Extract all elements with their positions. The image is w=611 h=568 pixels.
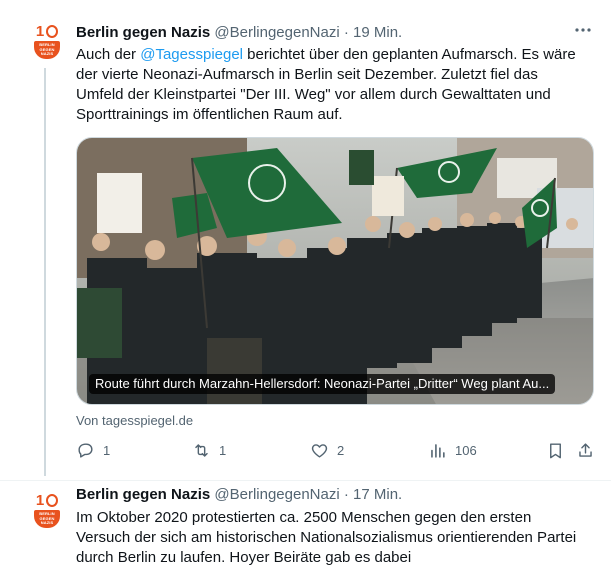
more-horizontal-icon[interactable] [573, 20, 593, 46]
author-handle[interactable]: @BerlingegenNazi [214, 486, 339, 503]
avatar[interactable]: 1 BERLIN GEGEN NAZIS [28, 24, 66, 62]
separator: · [343, 486, 349, 503]
retweet-button[interactable]: 1 [192, 441, 226, 460]
reply-icon [78, 443, 93, 458]
share-icon [579, 443, 592, 457]
timestamp[interactable]: 19 Min. [353, 24, 402, 41]
bookmark-icon [550, 443, 561, 459]
views-count: 106 [455, 443, 477, 458]
timestamp[interactable]: 17 Min. [353, 486, 402, 503]
link-card-image[interactable]: Route führt durch Marzahn-Hellersdorf: N… [76, 137, 594, 405]
tweet-2[interactable]: 1 BERLIN GEGEN NAZIS Berlin gegen Nazis @B… [0, 480, 611, 566]
like-button[interactable]: 2 [310, 441, 344, 460]
divider [0, 480, 611, 481]
march-photo [77, 138, 593, 404]
link-source[interactable]: Von tagesspiegel.de [76, 412, 193, 430]
mention-link[interactable]: @Tagesspiegel [140, 46, 243, 63]
heart-icon [311, 444, 328, 458]
retweet-count: 1 [219, 443, 227, 458]
tweet-actions: 1 1 2 106 [76, 441, 592, 463]
author-handle[interactable]: @BerlingegenNazi [214, 24, 339, 41]
like-count: 2 [337, 443, 345, 458]
avatar-logo: 1 [36, 493, 59, 508]
avatar[interactable]: 1 BERLIN GEGEN NAZIS [28, 493, 66, 531]
separator: · [343, 24, 349, 41]
tweet-text: Im Oktober 2020 protestierten ca. 2500 M… [76, 509, 577, 566]
retweet-icon [195, 444, 208, 457]
tweet-text: Auch der @Tagesspiegel berichtet über de… [76, 46, 576, 123]
tweet-1[interactable]: 1 BERLIN GEGEN NAZIS Berlin gegen Nazis @B… [0, 0, 611, 480]
link-card-title[interactable]: Route führt durch Marzahn-Hellersdorf: N… [89, 374, 556, 394]
avatar-logo: 1 [36, 24, 59, 39]
author-name[interactable]: Berlin gegen Nazis [76, 24, 210, 41]
views-icon [431, 444, 445, 458]
reply-button[interactable]: 1 [76, 441, 110, 460]
reply-count: 1 [103, 443, 111, 458]
tweet-header: Berlin gegen Nazis @BerlingegenNazi · 17… [76, 485, 402, 505]
share-button[interactable] [576, 441, 595, 460]
author-name[interactable]: Berlin gegen Nazis [76, 486, 210, 503]
tweet-header: Berlin gegen Nazis @BerlingegenNazi · 19… [76, 23, 402, 43]
bookmark-button[interactable] [546, 441, 565, 460]
views-button[interactable]: 106 [428, 441, 477, 460]
